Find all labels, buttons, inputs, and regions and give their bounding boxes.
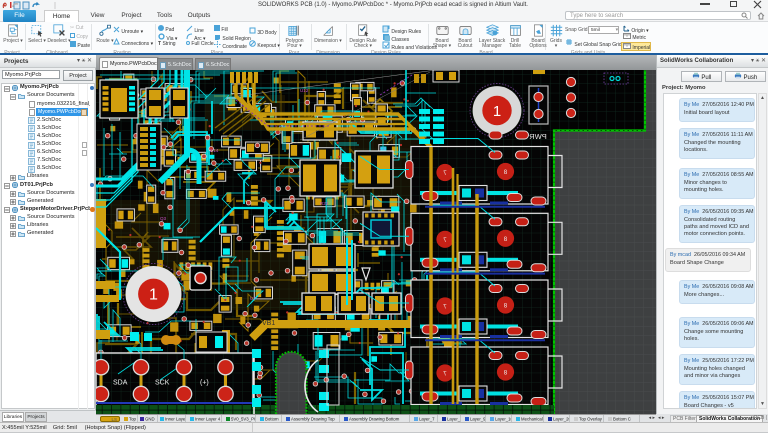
svg-text:VB1: VB1: [262, 320, 275, 327]
svg-text:PWR: PWR: [529, 132, 547, 141]
svg-text:SCK: SCK: [155, 380, 170, 387]
svg-text:Q3: Q3: [160, 216, 167, 221]
svg-text:C14: C14: [210, 148, 219, 153]
svg-text:C8: C8: [380, 146, 386, 151]
svg-text:SDA: SDA: [113, 380, 128, 387]
svg-text:1: 1: [493, 103, 501, 120]
svg-text:R22: R22: [320, 201, 329, 206]
svg-text:U7: U7: [250, 296, 256, 301]
svg-text:1: 1: [149, 287, 158, 304]
svg-text:U12: U12: [300, 88, 309, 93]
svg-text:(+): (+): [200, 380, 209, 387]
